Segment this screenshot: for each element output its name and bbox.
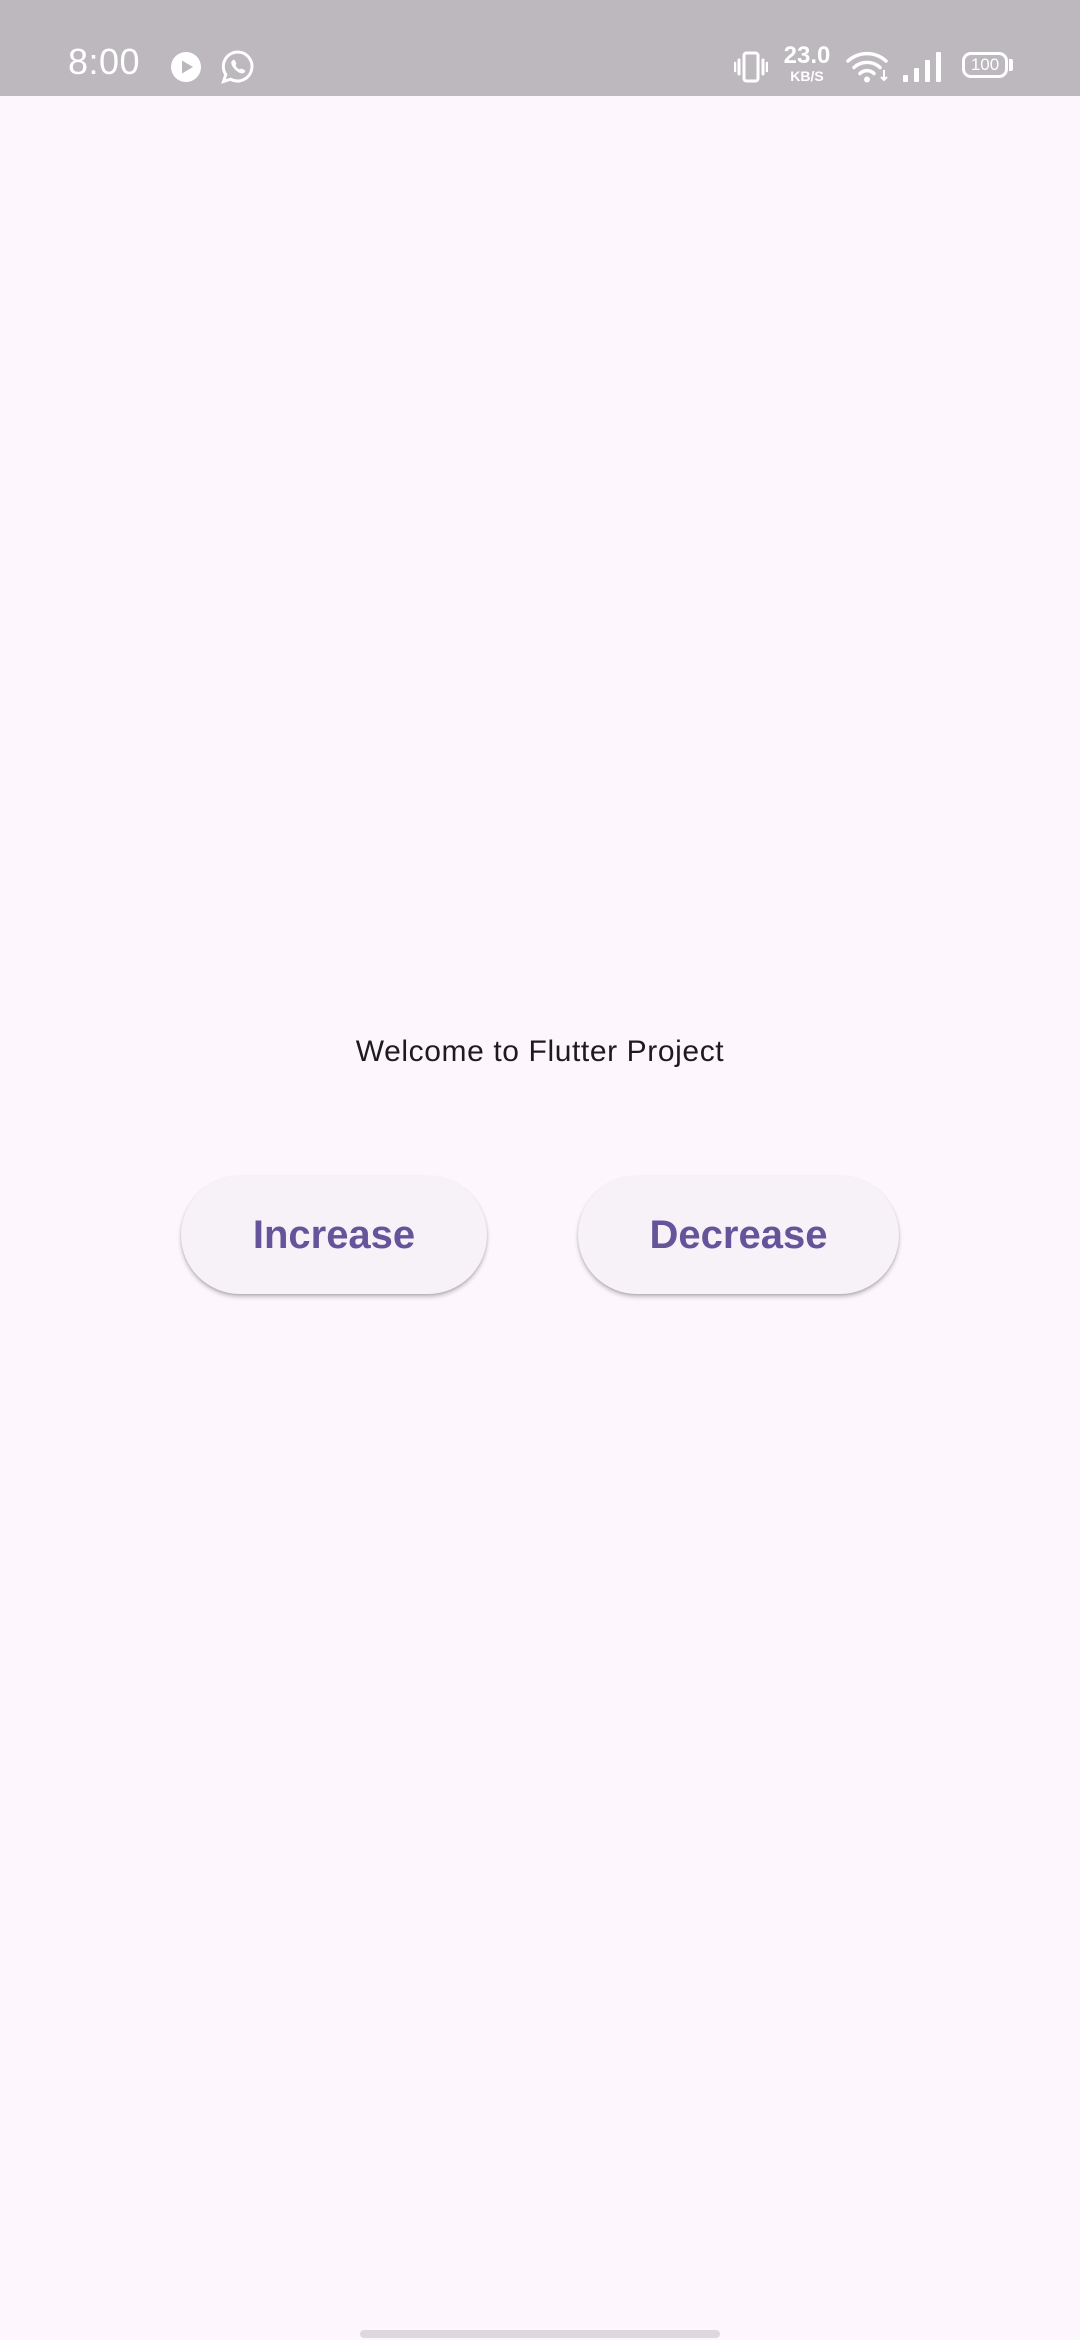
wifi-icon <box>846 51 888 83</box>
status-bar: 8:00 23.0 KB/S 100 <box>0 0 1080 96</box>
status-time: 8:00 <box>68 41 141 82</box>
signal-icon <box>903 52 941 82</box>
battery-icon: 100 <box>962 52 1008 78</box>
net-speed-value: 23.0 <box>783 42 831 69</box>
net-speed: 23.0 KB/S <box>780 42 834 84</box>
play-icon <box>171 52 201 82</box>
increase-button[interactable]: Increase <box>181 1176 487 1294</box>
decrease-button[interactable]: Decrease <box>578 1176 899 1294</box>
home-indicator[interactable] <box>360 2330 720 2338</box>
net-speed-unit: KB/S <box>790 68 824 84</box>
battery-tip <box>1009 59 1013 71</box>
whatsapp-icon <box>221 50 254 84</box>
welcome-text: Welcome to Flutter Project <box>355 1035 725 1068</box>
vibrate-icon <box>734 51 768 83</box>
battery-level: 100 <box>970 55 1000 74</box>
